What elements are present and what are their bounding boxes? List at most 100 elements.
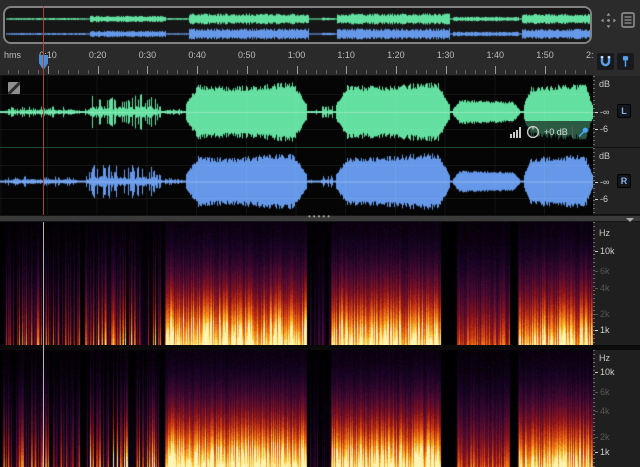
hud-divider: [572, 126, 573, 138]
knob-icon[interactable]: [526, 125, 540, 139]
hz-tick-label: 10k: [595, 367, 615, 377]
volume-hud[interactable]: +0 dB: [505, 121, 594, 143]
snap-toggle-button[interactable]: [597, 53, 614, 70]
frequency-scale-left[interactable]: Hz10k6k4k2k1k: [593, 222, 640, 345]
edit-badge-icon: [8, 82, 20, 94]
ruler-minor-tick: [386, 70, 387, 74]
splitter-grip[interactable]: •••••: [308, 212, 332, 221]
channel-badge-right[interactable]: R: [617, 174, 631, 188]
overview-range-selector[interactable]: [3, 6, 592, 44]
ruler-minor-tick: [456, 70, 457, 74]
ruler-minor-tick: [326, 70, 327, 74]
ruler-minor-tick: [485, 70, 486, 74]
ruler-minor-tick: [167, 70, 168, 74]
ruler-minor-tick: [68, 70, 69, 74]
ruler-minor-tick: [8, 70, 9, 74]
spectrogram-left-canvas[interactable]: [0, 222, 593, 345]
meter-bars-icon: [510, 126, 522, 138]
ruler-time-label: 0:10: [34, 50, 62, 60]
ruler-minor-tick: [535, 70, 536, 74]
ruler-time-label: 1:40: [481, 50, 509, 60]
ruler-minor-tick: [257, 70, 258, 74]
ruler-minor-tick: [137, 70, 138, 74]
ruler-minor-tick: [565, 70, 566, 74]
ruler-minor-tick: [505, 70, 506, 74]
ruler-time-label: 2:: [586, 50, 593, 60]
ruler-time-label: 1:10: [332, 50, 360, 60]
panel-menu-icon[interactable]: [621, 11, 635, 29]
ruler-time-label: 1:30: [432, 50, 460, 60]
ruler-minor-tick: [128, 70, 129, 74]
ruler-minor-tick: [465, 70, 466, 74]
db-scale-right[interactable]: dB -∞ -6 R: [593, 148, 640, 215]
hz-tick-label: 4k: [595, 283, 610, 293]
ruler-minor-tick: [227, 70, 228, 74]
ruler-time-label: 0:20: [84, 50, 112, 60]
ruler-minor-tick: [436, 70, 437, 74]
ruler-minor-tick: [426, 70, 427, 74]
ruler-major-tick: [98, 66, 99, 74]
db-tick-neg6: -6: [595, 124, 608, 134]
hz-tick-label: 2k: [595, 432, 610, 442]
ruler-minor-tick: [555, 70, 556, 74]
panel-splitter[interactable]: •••••: [0, 215, 640, 222]
waveform-display-right[interactable]: [0, 148, 593, 215]
ruler-minor-tick: [267, 70, 268, 74]
timeline-ruler[interactable]: hms 0:100:200:300:400:501:001:101:201:30…: [0, 47, 593, 76]
ruler-minor-tick: [187, 70, 188, 74]
ruler-minor-tick: [237, 70, 238, 74]
ruler-major-tick: [346, 66, 347, 74]
spectrogram-display-right[interactable]: [0, 350, 593, 467]
ruler-minor-tick: [287, 70, 288, 74]
pan-icon[interactable]: [601, 13, 616, 28]
ruler-major-tick: [247, 66, 248, 74]
ruler-minor-tick: [585, 70, 586, 74]
ruler-minor-tick: [336, 70, 337, 74]
spectrogram-display-left[interactable]: [0, 222, 593, 345]
ruler-minor-tick: [356, 70, 357, 74]
ruler-minor-tick: [108, 70, 109, 74]
ruler-minor-tick: [277, 70, 278, 74]
ruler-time-label: 1:00: [283, 50, 311, 60]
hz-tick-label: 1k: [595, 325, 610, 335]
spectrogram-right-canvas[interactable]: [0, 350, 593, 467]
ruler-minor-tick: [515, 70, 516, 74]
hz-tick-label: 2k: [595, 309, 610, 319]
db-tick-neg-inf: -∞: [595, 107, 609, 117]
pin-icon[interactable]: [577, 126, 589, 138]
channel-badge-left[interactable]: L: [617, 104, 631, 118]
ruler-time-label: 0:30: [133, 50, 161, 60]
ruler-minor-tick: [28, 70, 29, 74]
ruler-time-label: 1:20: [382, 50, 410, 60]
ruler-minor-tick: [118, 70, 119, 74]
ruler-major-tick: [197, 66, 198, 74]
hz-tick-label: 6k: [595, 266, 610, 276]
app-root: hms 0:100:200:300:400:501:001:101:201:30…: [0, 0, 640, 467]
magnet-icon: [599, 55, 612, 68]
ruler-minor-tick: [58, 70, 59, 74]
ruler-major-tick: [446, 66, 447, 74]
overview-waveform-canvas[interactable]: [6, 9, 591, 43]
db-unit-label: dB: [599, 79, 610, 89]
ruler-minor-tick: [575, 70, 576, 74]
marker-tool-button[interactable]: [617, 53, 634, 70]
marker-icon: [619, 55, 632, 68]
hz-unit-label: Hz: [599, 353, 610, 363]
ruler-minor-tick: [525, 70, 526, 74]
ruler-major-tick: [396, 66, 397, 74]
ruler-major-tick: [545, 66, 546, 74]
ruler-minor-tick: [316, 70, 317, 74]
ruler-time-label: 0:50: [233, 50, 261, 60]
ruler-minor-tick: [475, 70, 476, 74]
ruler-minor-tick: [18, 70, 19, 74]
db-tick-neg-inf: -∞: [595, 177, 609, 187]
ruler-minor-tick: [366, 70, 367, 74]
frequency-scale-right[interactable]: Hz10k6k4k2k1k: [593, 350, 640, 467]
ruler-minor-tick: [177, 70, 178, 74]
db-scale-left[interactable]: dB -∞ -6 L: [593, 76, 640, 148]
ruler-minor-tick: [376, 70, 377, 74]
hz-tick-label: 1k: [595, 447, 610, 457]
ruler-major-tick: [297, 66, 298, 74]
ruler-minor-tick: [306, 70, 307, 74]
waveform-right-canvas[interactable]: [0, 148, 593, 215]
